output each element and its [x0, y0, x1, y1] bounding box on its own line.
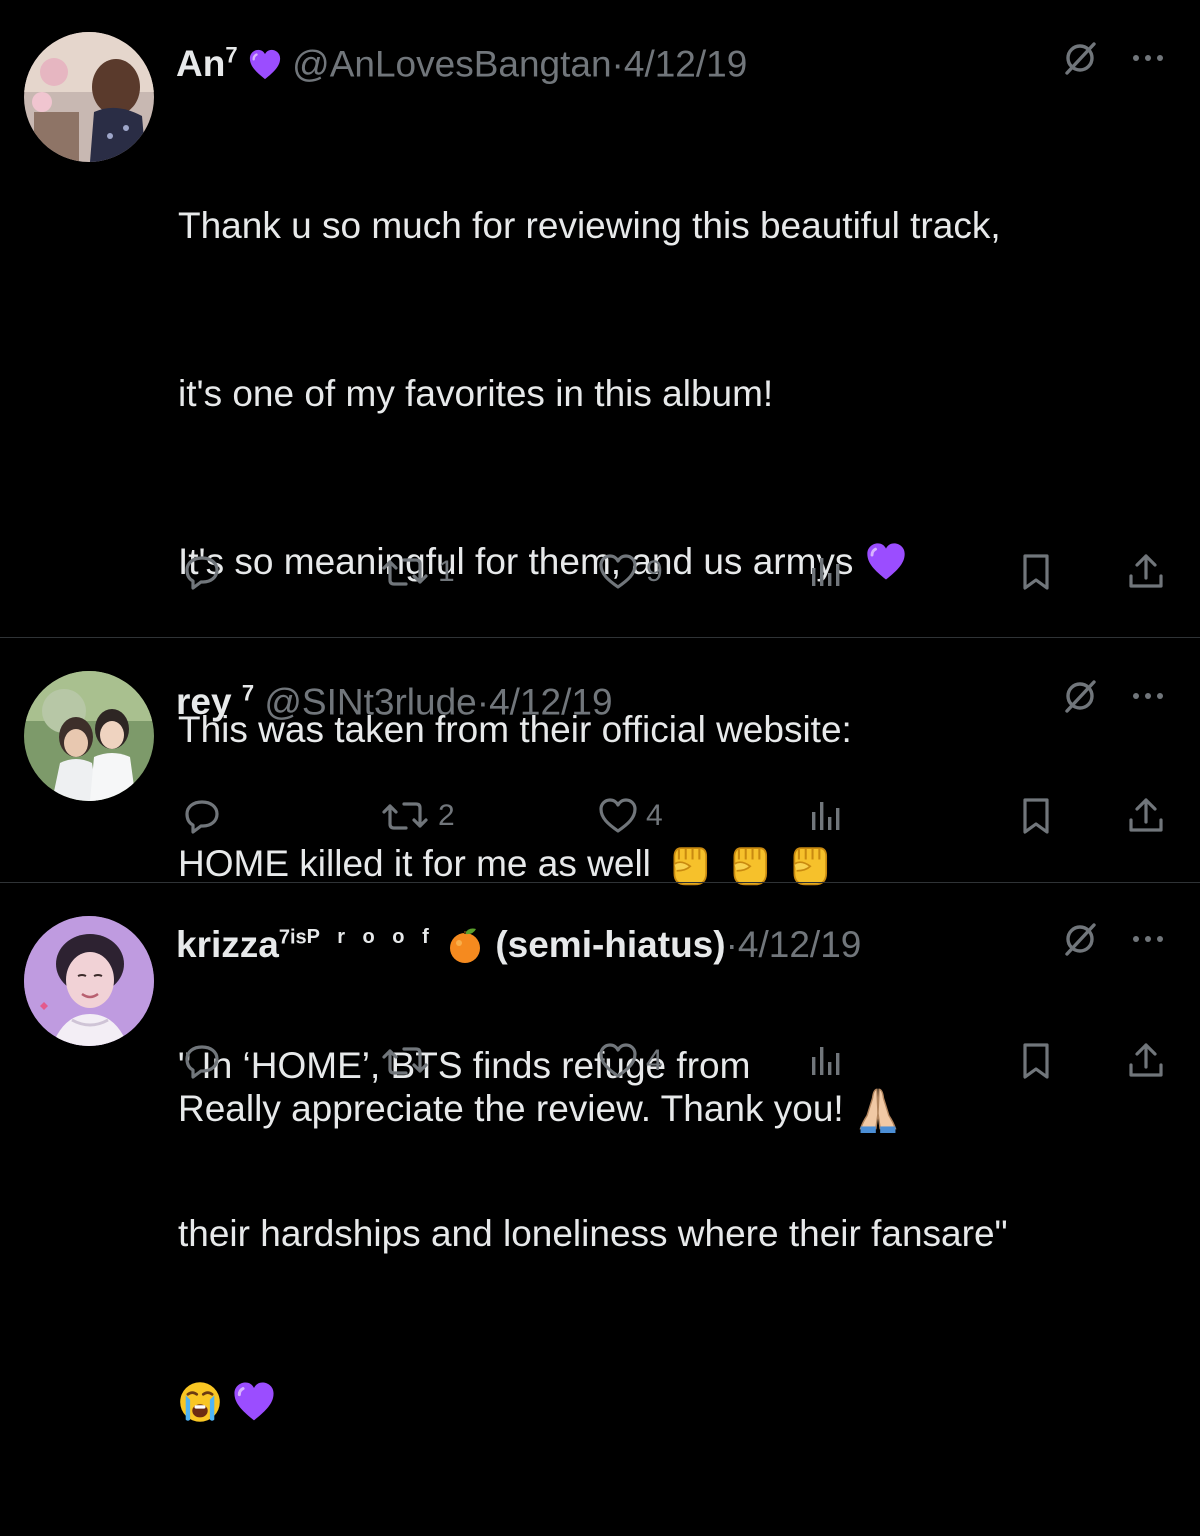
display-name[interactable]: krizza7isP r o o f (semi-hiatus) [176, 924, 726, 965]
tweet-3[interactable]: krizza7isP r o o f (semi-hiatus)·4/12/19… [0, 883, 1200, 1112]
avatar[interactable] [24, 32, 154, 162]
tweet-header: An7 @AnLovesBangtan·4/12/19 [176, 34, 747, 86]
avatar[interactable] [24, 916, 154, 1046]
reply-icon [182, 552, 222, 592]
grok-icon[interactable] [1060, 676, 1100, 716]
user-handle[interactable]: @AnLovesBangtan [292, 43, 611, 84]
crying-face-icon [178, 1380, 222, 1424]
like-icon [598, 796, 638, 836]
views-button[interactable] [806, 1041, 846, 1081]
retweet-button[interactable]: 2 [380, 796, 455, 836]
action-bar: 1 9 [0, 552, 1200, 608]
like-button[interactable]: 9 [598, 552, 663, 592]
bookmark-button[interactable] [1016, 552, 1056, 592]
avatar[interactable] [24, 671, 154, 801]
like-button[interactable]: 4 [598, 796, 663, 836]
tweet-header: rey 7 @SINt3rlude·4/12/19 [176, 672, 613, 724]
retweet-count: 2 [438, 799, 455, 832]
grok-icon[interactable] [1060, 38, 1100, 78]
bookmark-icon [1016, 796, 1056, 836]
reply-button[interactable] [182, 1041, 230, 1081]
like-count: 9 [646, 555, 663, 588]
reply-icon [182, 796, 222, 836]
retweet-count: 1 [438, 555, 455, 588]
action-bar: 2 4 [0, 796, 1200, 852]
retweet-icon [380, 552, 430, 592]
share-button[interactable] [1126, 796, 1166, 836]
bookmark-button[interactable] [1016, 1041, 1056, 1081]
purple-heart-icon [248, 48, 282, 82]
display-name[interactable]: An7 [176, 43, 238, 84]
separator-dot: · [725, 924, 738, 965]
separator-dot: · [476, 681, 490, 723]
tweet-date[interactable]: 4/12/19 [489, 681, 612, 722]
header-actions [1060, 676, 1168, 716]
header-actions [1060, 919, 1168, 959]
tweet-2[interactable]: rey 7 @SINt3rlude·4/12/19 HOME killed it… [0, 638, 1200, 882]
emoji-line [178, 1374, 1008, 1424]
retweet-button[interactable]: 1 [380, 552, 455, 592]
display-name[interactable]: rey 7 [176, 681, 254, 722]
tweet-1[interactable]: An7 @AnLovesBangtan·4/12/19 Thank u so m… [0, 0, 1200, 637]
share-button[interactable] [1126, 552, 1166, 592]
tweet-text: Really appreciate the review. Thank you! [178, 969, 900, 1249]
like-button[interactable]: 4 [598, 1041, 663, 1081]
more-options-icon[interactable] [1128, 676, 1168, 716]
separator-dot: · [611, 43, 624, 85]
bookmark-button[interactable] [1016, 796, 1056, 836]
retweet-button[interactable] [380, 1041, 438, 1081]
views-icon [806, 1041, 846, 1081]
more-options-icon[interactable] [1128, 919, 1168, 959]
views-button[interactable] [806, 796, 846, 836]
action-bar: 4 [0, 1041, 1200, 1097]
orange-icon [445, 925, 485, 965]
tweet-header: krizza7isP r o o f (semi-hiatus)·4/12/19 [176, 915, 861, 967]
views-icon [806, 796, 846, 836]
tweet-date[interactable]: 4/12/19 [738, 924, 861, 965]
share-icon [1126, 1041, 1166, 1081]
bookmark-icon [1016, 1041, 1056, 1081]
bookmark-icon [1016, 552, 1056, 592]
more-options-icon[interactable] [1128, 38, 1168, 78]
reply-button[interactable] [182, 552, 230, 592]
user-handle[interactable]: @SINt3rlude [264, 681, 476, 722]
reply-icon [182, 1041, 222, 1081]
reply-button[interactable] [182, 796, 230, 836]
like-count: 4 [646, 799, 663, 832]
text-line: Thank u so much for reviewing this beaut… [178, 205, 1001, 246]
share-button[interactable] [1126, 1041, 1166, 1081]
share-icon [1126, 796, 1166, 836]
like-icon [598, 1041, 638, 1081]
grok-icon[interactable] [1060, 919, 1100, 959]
views-icon [806, 552, 846, 592]
header-actions [1060, 38, 1168, 78]
like-count: 4 [646, 1044, 663, 1077]
retweet-icon [380, 1041, 430, 1081]
purple-heart-emoji-icon [232, 1380, 276, 1424]
share-icon [1126, 552, 1166, 592]
views-button[interactable] [806, 552, 846, 592]
like-icon [598, 552, 638, 592]
tweet-date[interactable]: 4/12/19 [624, 43, 747, 84]
retweet-icon [380, 796, 430, 836]
text-line: it's one of my favorites in this album! [178, 373, 774, 414]
